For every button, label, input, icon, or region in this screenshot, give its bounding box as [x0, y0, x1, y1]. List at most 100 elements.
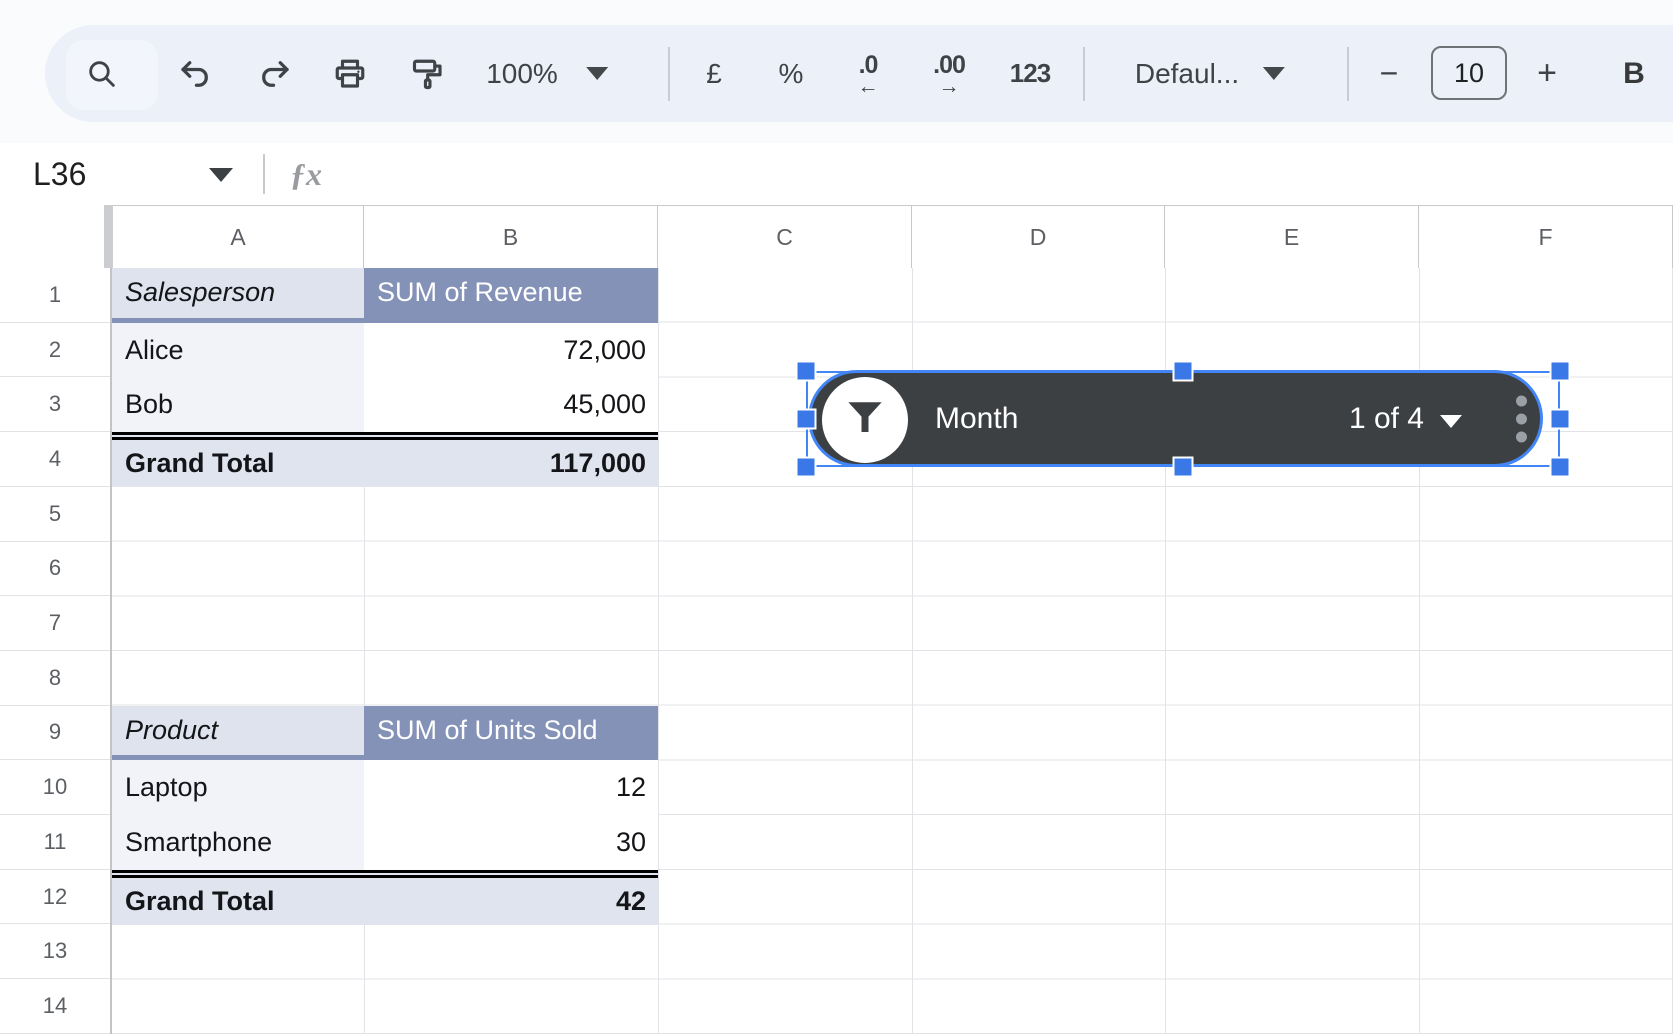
slicer-status[interactable]: 1 of 4	[1349, 373, 1424, 464]
pivot1-row-label-cell[interactable]: Bob	[112, 377, 364, 432]
increase-decimal-button[interactable]: .00 →	[933, 25, 965, 122]
slicer-month[interactable]: Month 1 of 4	[808, 370, 1543, 467]
undo-icon	[177, 56, 213, 92]
row-header[interactable]: 3	[0, 377, 110, 432]
formula-bar: L36 ƒx	[0, 143, 1673, 205]
pivot2-row: Laptop 12	[112, 760, 658, 815]
pivot1-row-label-cell[interactable]: Alice	[112, 323, 364, 378]
chevron-down-icon	[1263, 67, 1285, 80]
pivot-table-units: Product SUM of Units Sold Laptop 12 Smar…	[112, 706, 658, 925]
pivot2-row-value-cell[interactable]: 30	[364, 815, 658, 870]
column-header-c[interactable]: C	[658, 206, 912, 269]
currency-label: £	[706, 58, 722, 90]
print-icon	[332, 56, 368, 92]
fx-icon[interactable]: ƒx	[290, 143, 322, 205]
pivot2-row: Smartphone 30	[112, 815, 658, 870]
row-header[interactable]: 9	[0, 706, 110, 761]
column-header-e[interactable]: E	[1165, 206, 1419, 269]
filter-icon	[844, 396, 886, 445]
search-button[interactable]	[85, 25, 119, 122]
row-header[interactable]: 11	[0, 815, 110, 870]
row-header[interactable]: 4	[0, 432, 110, 487]
row-header[interactable]: 2	[0, 323, 110, 378]
zoom-value: 100%	[486, 58, 558, 90]
pivot2-row-label-cell[interactable]: Smartphone	[112, 815, 364, 870]
column-header-f[interactable]: F	[1419, 206, 1673, 269]
paint-roller-icon	[410, 56, 446, 92]
selection-handle-bottom-mid[interactable]	[1173, 457, 1194, 478]
search-icon	[85, 57, 119, 91]
selection-handle-top-left[interactable]	[796, 361, 817, 382]
pivot2-total-value-cell[interactable]: 42	[364, 878, 658, 925]
row-header[interactable]: 14	[0, 979, 110, 1034]
row-header[interactable]: 1	[0, 268, 110, 323]
name-box-value: L36	[33, 156, 86, 193]
column-headers: A B C D E F	[113, 205, 1673, 270]
column-header-d[interactable]: D	[912, 206, 1165, 269]
row-header[interactable]: 8	[0, 651, 110, 706]
pivot1-header-label-cell[interactable]: Salesperson	[112, 268, 364, 323]
row-header[interactable]: 13	[0, 924, 110, 979]
selection-handle-top-mid[interactable]	[1173, 361, 1194, 382]
select-all-corner[interactable]	[0, 205, 113, 276]
paint-format-button[interactable]	[410, 25, 446, 122]
decrease-decimal-icon: .0 ←	[859, 51, 878, 80]
font-size-input[interactable]: 10	[1431, 46, 1507, 100]
minus-icon: −	[1380, 55, 1399, 92]
currency-format-button[interactable]: £	[706, 25, 722, 122]
pivot2-header-value-cell[interactable]: SUM of Units Sold	[364, 706, 658, 761]
pivot2-grand-total-row: Grand Total 42	[112, 870, 658, 925]
decrease-font-size-button[interactable]: −	[1380, 25, 1399, 122]
filter-icon-circle	[822, 377, 908, 463]
row-header[interactable]: 12	[0, 870, 110, 925]
pivot1-row-value-cell[interactable]: 72,000	[364, 323, 658, 378]
bold-label: B	[1623, 57, 1645, 91]
print-button[interactable]	[332, 25, 368, 122]
redo-icon	[257, 56, 293, 92]
pivot2-total-label-cell[interactable]: Grand Total	[112, 878, 364, 925]
chevron-down-icon	[586, 67, 608, 80]
spreadsheet-app: 100% £ % .0 ← .00 → 123 Defaul...	[0, 0, 1673, 1034]
bold-button[interactable]: B	[1623, 25, 1645, 122]
toolbar-divider	[668, 47, 670, 101]
row-header[interactable]: 6	[0, 542, 110, 597]
pivot1-row: Bob 45,000	[112, 377, 658, 432]
undo-button[interactable]	[177, 25, 213, 122]
pivot2-row-value-cell[interactable]: 12	[364, 760, 658, 815]
redo-button[interactable]	[257, 25, 293, 122]
increase-font-size-button[interactable]: +	[1537, 25, 1557, 122]
selection-handle-bottom-left[interactable]	[796, 457, 817, 478]
decrease-decimal-button[interactable]: .0 ←	[859, 25, 878, 122]
row-header[interactable]: 5	[0, 487, 110, 542]
font-select[interactable]: Defaul...	[1135, 25, 1285, 122]
pivot-table-revenue: Salesperson SUM of Revenue Alice 72,000 …	[112, 268, 658, 487]
chevron-down-icon[interactable]	[1440, 415, 1462, 428]
selection-handle-mid-left[interactable]	[796, 409, 817, 430]
pivot1-total-value-cell[interactable]: 117,000	[364, 440, 658, 487]
selection-handle-top-right[interactable]	[1550, 361, 1571, 382]
pivot1-row: Alice 72,000	[112, 323, 658, 378]
selection-handle-mid-right[interactable]	[1550, 409, 1571, 430]
pivot2-header-label-cell[interactable]: Product	[112, 706, 364, 761]
font-size-value: 10	[1454, 58, 1484, 89]
more-vert-icon[interactable]	[1516, 395, 1527, 442]
more-formats-button[interactable]: 123	[1010, 25, 1050, 122]
row-headers: 1234567891011121314	[0, 268, 112, 1034]
name-box[interactable]: L36	[33, 143, 86, 205]
plus-icon: +	[1537, 54, 1557, 93]
column-header-a[interactable]: A	[113, 206, 364, 269]
selection-handle-bottom-right[interactable]	[1550, 457, 1571, 478]
pivot2-row-label-cell[interactable]: Laptop	[112, 760, 364, 815]
pivot1-header-value-cell[interactable]: SUM of Revenue	[364, 268, 658, 323]
pivot1-total-label-cell[interactable]: Grand Total	[112, 440, 364, 487]
pivot1-row-value-cell[interactable]: 45,000	[364, 377, 658, 432]
percent-format-button[interactable]: %	[779, 25, 804, 122]
row-header[interactable]: 7	[0, 596, 110, 651]
toolbar-divider	[1347, 47, 1349, 101]
row-header[interactable]: 10	[0, 760, 110, 815]
column-header-b[interactable]: B	[364, 206, 658, 269]
chevron-down-icon[interactable]	[209, 168, 233, 182]
toolbar: 100% £ % .0 ← .00 → 123 Defaul...	[0, 0, 1673, 143]
zoom-select[interactable]: 100%	[486, 25, 608, 122]
formula-bar-divider	[263, 154, 265, 194]
